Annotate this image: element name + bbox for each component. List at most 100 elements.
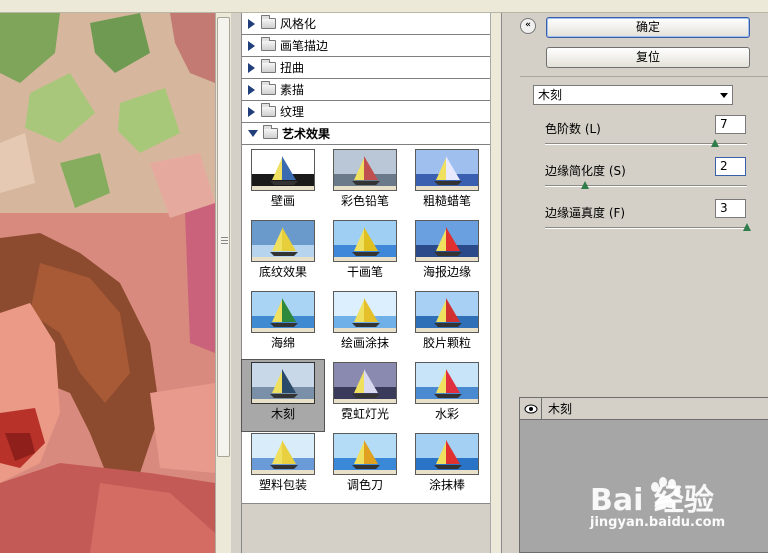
filter-preview-image: [415, 220, 479, 262]
filter-thumb-label: 水彩: [434, 407, 459, 421]
filter-thumb-11[interactable]: 水彩: [406, 360, 488, 431]
filter-preview-image: [415, 433, 479, 475]
filter-thumb-label: 塑料包装: [258, 478, 307, 492]
category-texture[interactable]: 纹理: [242, 101, 501, 123]
filter-thumb-label: 壁画: [270, 194, 295, 208]
filter-thumb-6[interactable]: 海绵: [242, 289, 324, 360]
filter-preview-image: [333, 433, 397, 475]
divider: [520, 76, 768, 77]
filter-thumb-label: 海绵: [270, 336, 295, 350]
filter-preview-image: [251, 149, 315, 191]
param-label: 色阶数 (L): [545, 122, 601, 136]
preview-canvas[interactable]: [0, 13, 215, 553]
param-value-input[interactable]: 3: [715, 199, 746, 218]
filter-thumb-label: 胶片颗粒: [422, 336, 471, 350]
category-distort[interactable]: 扭曲: [242, 57, 501, 79]
grip-icon: [221, 237, 228, 244]
filter-thumb-label: 木刻: [270, 407, 295, 421]
settings-panel: « 确定 复位 木刻 色阶数 (L) 7 边缘简化度 (S) 2 边缘逼真度 (…: [501, 13, 768, 553]
filter-preview-image: [251, 362, 315, 404]
category-artistic[interactable]: 艺术效果: [242, 123, 501, 145]
ok-button[interactable]: 确定: [546, 17, 750, 38]
filter-thumb-label: 粗糙蜡笔: [422, 194, 471, 208]
slider-track[interactable]: [545, 185, 747, 187]
expand-triangle-icon: [248, 106, 255, 117]
filter-thumb-label: 绘画涂抹: [340, 336, 389, 350]
folder-icon: [261, 103, 276, 117]
category-brush-strokes[interactable]: 画笔描边: [242, 35, 501, 57]
folder-icon: [261, 15, 276, 29]
filter-thumb-12[interactable]: 塑料包装: [242, 431, 324, 502]
paw-logo-icon: [651, 477, 681, 508]
param-label: 边缘简化度 (S): [545, 164, 626, 178]
filter-thumb-4[interactable]: 干画笔: [324, 218, 406, 289]
filter-thumb-1[interactable]: 彩色铅笔: [324, 147, 406, 218]
title-strip: [0, 0, 768, 13]
slider-knob[interactable]: [710, 139, 719, 147]
filter-thumb-7[interactable]: 绘画涂抹: [324, 289, 406, 360]
filter-preview-image: [333, 362, 397, 404]
chevron-down-icon: [720, 93, 728, 98]
watermark-url: jingyan.baidu.com: [590, 515, 726, 530]
filter-thumb-3[interactable]: 底纹效果: [242, 218, 324, 289]
folder-open-icon: [263, 125, 278, 139]
param-levels: 色阶数 (L) 7: [545, 115, 755, 155]
filter-preview-image: [251, 433, 315, 475]
reset-button[interactable]: 复位: [546, 47, 750, 68]
filter-thumbnails: 壁画 彩色铅笔 粗糙蜡笔底纹效果 干画笔 海报边缘海绵 绘画涂抹 胶片颗粒木刻 霓虹灯光 水彩塑…: [241, 145, 490, 502]
param-value-input[interactable]: 7: [715, 115, 746, 134]
filter-thumb-2[interactable]: 粗糙蜡笔: [406, 147, 488, 218]
filter-thumb-label: 霓虹灯光: [340, 407, 389, 421]
filter-thumb-label: 干画笔: [346, 265, 383, 279]
filter-thumb-10[interactable]: 霓虹灯光: [324, 360, 406, 431]
folder-icon: [261, 37, 276, 51]
expand-triangle-icon: [248, 84, 255, 95]
filter-preview-image: [415, 362, 479, 404]
woodcut-preview-image: [0, 13, 215, 553]
filter-thumb-8[interactable]: 胶片颗粒: [406, 289, 488, 360]
filter-gallery: 风格化 画笔描边 扭曲 素描 纹理 艺术效果 壁画 彩色铅笔 粗糙蜡笔底纹效果 干画笔…: [241, 13, 502, 553]
gallery-empty-area: [242, 503, 490, 553]
preview-scrollbar[interactable]: [215, 13, 231, 553]
param-value-input[interactable]: 2: [715, 157, 746, 176]
preview-scroll-thumb[interactable]: [217, 17, 230, 457]
param-edge-simplicity: 边缘简化度 (S) 2: [545, 157, 755, 197]
filter-select[interactable]: 木刻: [533, 85, 733, 105]
collapse-triangle-icon: [248, 130, 258, 137]
slider-knob[interactable]: [743, 223, 751, 231]
filter-preview-image: [333, 149, 397, 191]
filter-preview-image: [415, 291, 479, 333]
expand-triangle-icon: [248, 18, 255, 29]
filter-preview-image: [251, 220, 315, 262]
filter-thumb-13[interactable]: 调色刀: [324, 431, 406, 502]
filter-preview-image: [333, 220, 397, 262]
filter-preview-image: [415, 149, 479, 191]
effect-layer-row[interactable]: 木刻: [520, 397, 768, 420]
param-label: 边缘逼真度 (F): [545, 206, 626, 220]
baidu-watermark: Bai 经验 jingyan.baidu.com: [590, 475, 768, 545]
filter-thumb-label: 调色刀: [346, 478, 383, 492]
filter-thumb-label: 涂抹棒: [428, 478, 465, 492]
filter-thumb-0[interactable]: 壁画: [242, 147, 324, 218]
filter-thumb-label: 底纹效果: [258, 265, 307, 279]
divider: [231, 13, 241, 553]
category-stylize[interactable]: 风格化: [242, 13, 501, 35]
eye-icon[interactable]: [520, 397, 542, 420]
filter-thumb-9[interactable]: 木刻: [241, 359, 325, 432]
expand-triangle-icon: [248, 40, 255, 51]
effect-layer-name: 木刻: [548, 402, 573, 416]
category-sketch[interactable]: 素描: [242, 79, 501, 101]
filter-thumb-label: 海报边缘: [422, 265, 471, 279]
collapse-gallery-icon[interactable]: «: [520, 18, 536, 34]
slider-track[interactable]: [545, 227, 747, 229]
filter-thumb-14[interactable]: 涂抹棒: [406, 431, 488, 502]
filter-thumb-5[interactable]: 海报边缘: [406, 218, 488, 289]
filter-select-value: 木刻: [538, 88, 563, 102]
slider-knob[interactable]: [581, 181, 590, 189]
filter-preview-image: [251, 291, 315, 333]
expand-triangle-icon: [248, 62, 255, 73]
folder-icon: [261, 59, 276, 73]
filter-preview-image: [333, 291, 397, 333]
filter-thumb-label: 彩色铅笔: [340, 194, 389, 208]
folder-icon: [261, 81, 276, 95]
